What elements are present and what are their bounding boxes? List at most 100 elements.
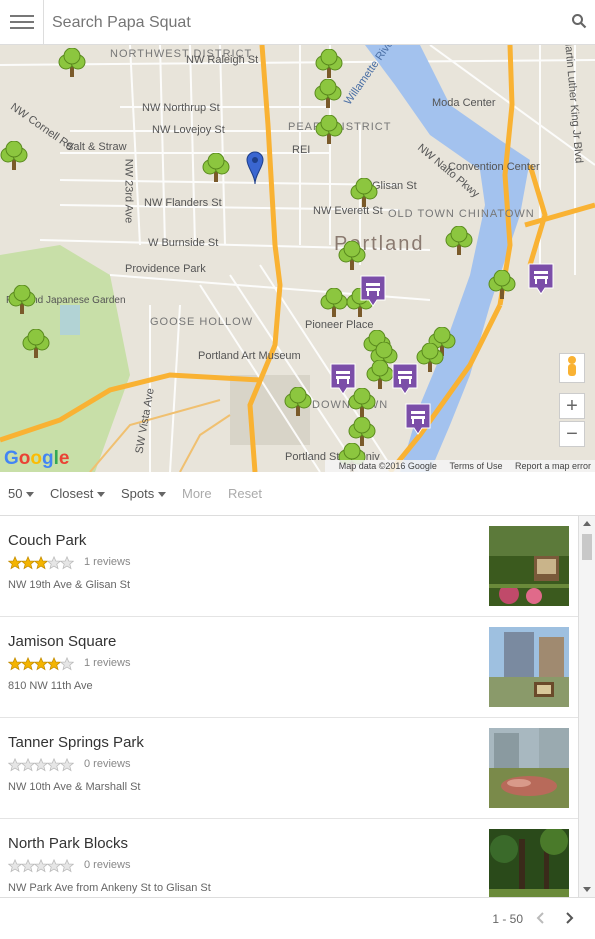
list-item[interactable]: North Park Blocks 0 reviews NW Park Ave … — [0, 819, 578, 897]
park-marker-icon[interactable] — [445, 226, 473, 256]
map-place-label: Providence Park — [125, 263, 206, 275]
star-icon — [8, 859, 22, 873]
star-icon — [60, 657, 74, 671]
more-button[interactable]: More — [182, 486, 212, 501]
result-count-label: 50 — [8, 486, 23, 501]
star-icon — [34, 758, 48, 772]
map-place-label: Moda Center — [432, 97, 496, 109]
previous-page-icon[interactable] — [533, 910, 549, 926]
review-count: 1 reviews — [84, 657, 131, 669]
scroll-down-icon[interactable] — [583, 887, 591, 892]
menu-button[interactable] — [0, 0, 44, 44]
star-icon — [34, 859, 48, 873]
star-icon — [8, 657, 22, 671]
spot-thumbnail[interactable] — [489, 728, 569, 808]
park-marker-icon[interactable] — [315, 49, 343, 79]
chevron-down-icon — [158, 492, 167, 498]
star-icon — [47, 556, 61, 570]
star-icon — [60, 556, 74, 570]
list-item[interactable]: Tanner Springs Park 0 reviews NW 10th Av… — [0, 718, 578, 819]
map-street-label: NW Flanders St — [144, 197, 222, 209]
map-place-label: Convention Center — [448, 161, 540, 173]
star-icon — [47, 657, 61, 671]
park-marker-icon[interactable] — [22, 329, 50, 359]
location-pin-icon[interactable] — [246, 151, 264, 185]
spot-thumbnail[interactable] — [489, 829, 569, 897]
spot-address: NW 10th Ave & Marshall St — [8, 781, 141, 793]
map-street-label: W Burnside St — [148, 237, 219, 249]
next-page-icon[interactable] — [561, 910, 577, 926]
star-rating — [8, 657, 74, 671]
filter-bar: 50 Closest Spots More Reset — [0, 472, 595, 516]
chevron-down-icon — [26, 492, 35, 498]
park-marker-icon[interactable] — [320, 288, 348, 318]
park-marker-icon[interactable] — [366, 360, 394, 390]
list-scrollbar[interactable] — [578, 516, 595, 897]
spot-address: NW Park Ave from Ankeny St to Glisan St — [8, 882, 211, 894]
result-count-dropdown[interactable]: 50 — [8, 486, 35, 501]
bench-marker-icon[interactable] — [360, 275, 386, 307]
map-district-label: GOOSE HOLLOW — [150, 316, 254, 328]
map-street-label: NW Raleigh St — [186, 54, 259, 66]
park-marker-icon[interactable] — [416, 343, 444, 373]
bench-marker-icon[interactable] — [330, 363, 356, 395]
park-marker-icon[interactable] — [0, 141, 28, 171]
search-input[interactable] — [52, 10, 552, 36]
spot-name[interactable]: Couch Park — [8, 532, 86, 549]
park-marker-icon[interactable] — [350, 178, 378, 208]
map-attribution: Map data ©2016 Google Terms of Use Repor… — [324, 460, 595, 472]
map[interactable]: NORTHWEST DISTRICT NW Raleigh St NW Nort… — [0, 45, 595, 472]
park-marker-icon[interactable] — [58, 48, 86, 78]
bench-marker-icon[interactable] — [405, 403, 431, 435]
spot-name[interactable]: North Park Blocks — [8, 835, 128, 852]
spot-thumbnail[interactable] — [489, 627, 569, 707]
scroll-up-icon[interactable] — [583, 521, 591, 526]
review-count: 1 reviews — [84, 556, 131, 568]
review-count: 0 reviews — [84, 758, 131, 770]
star-icon — [21, 657, 35, 671]
star-icon — [8, 556, 22, 570]
star-rating — [8, 556, 74, 570]
terms-link[interactable]: Terms of Use — [449, 461, 502, 471]
scroll-thumb[interactable] — [582, 534, 592, 560]
pagination: 1 - 50 — [0, 897, 595, 939]
report-map-error-link[interactable]: Report a map error — [515, 461, 591, 471]
sort-label: Closest — [50, 486, 94, 501]
zoom-in-button[interactable]: + — [559, 393, 585, 419]
google-logo: Google — [4, 448, 70, 469]
street-view-pegman-icon[interactable] — [559, 353, 585, 383]
bench-marker-icon[interactable] — [392, 363, 418, 395]
map-street-label: NW Northrup St — [142, 102, 220, 114]
search-icon[interactable] — [571, 13, 587, 29]
park-marker-icon[interactable] — [338, 241, 366, 271]
list-item[interactable]: Couch Park 1 reviews NW 19th Ave & Glisa… — [0, 516, 578, 617]
star-rating — [8, 758, 74, 772]
reset-button[interactable]: Reset — [228, 486, 262, 501]
star-icon — [60, 758, 74, 772]
park-marker-icon[interactable] — [202, 153, 230, 183]
map-street-label: NW 23rd Ave — [122, 158, 135, 224]
spot-list: Couch Park 1 reviews NW 19th Ave & Glisa… — [0, 516, 578, 897]
park-marker-icon[interactable] — [315, 115, 343, 145]
spot-name[interactable]: Tanner Springs Park — [8, 734, 144, 751]
park-marker-icon[interactable] — [314, 79, 342, 109]
map-street-label: NW Lovejoy St — [152, 124, 225, 136]
spot-address: 810 NW 11th Ave — [8, 680, 93, 692]
review-count: 0 reviews — [84, 859, 131, 871]
sort-dropdown[interactable]: Closest — [50, 486, 106, 501]
list-item[interactable]: Jamison Square 1 reviews 810 NW 11th Ave — [0, 617, 578, 718]
park-marker-icon[interactable] — [488, 270, 516, 300]
type-dropdown[interactable]: Spots — [121, 486, 167, 501]
zoom-out-button[interactable]: − — [559, 421, 585, 447]
star-icon — [34, 556, 48, 570]
star-icon — [34, 657, 48, 671]
star-icon — [47, 758, 61, 772]
spot-thumbnail[interactable] — [489, 526, 569, 606]
park-marker-icon[interactable] — [284, 387, 312, 417]
bench-marker-icon[interactable] — [528, 263, 554, 295]
map-data-label: Map data ©2016 Google — [338, 461, 437, 471]
map-street-label: Glisan St — [372, 180, 417, 192]
spot-name[interactable]: Jamison Square — [8, 633, 116, 650]
park-marker-icon[interactable] — [8, 285, 36, 315]
map-place-label: Portland Art Museum — [198, 350, 301, 362]
